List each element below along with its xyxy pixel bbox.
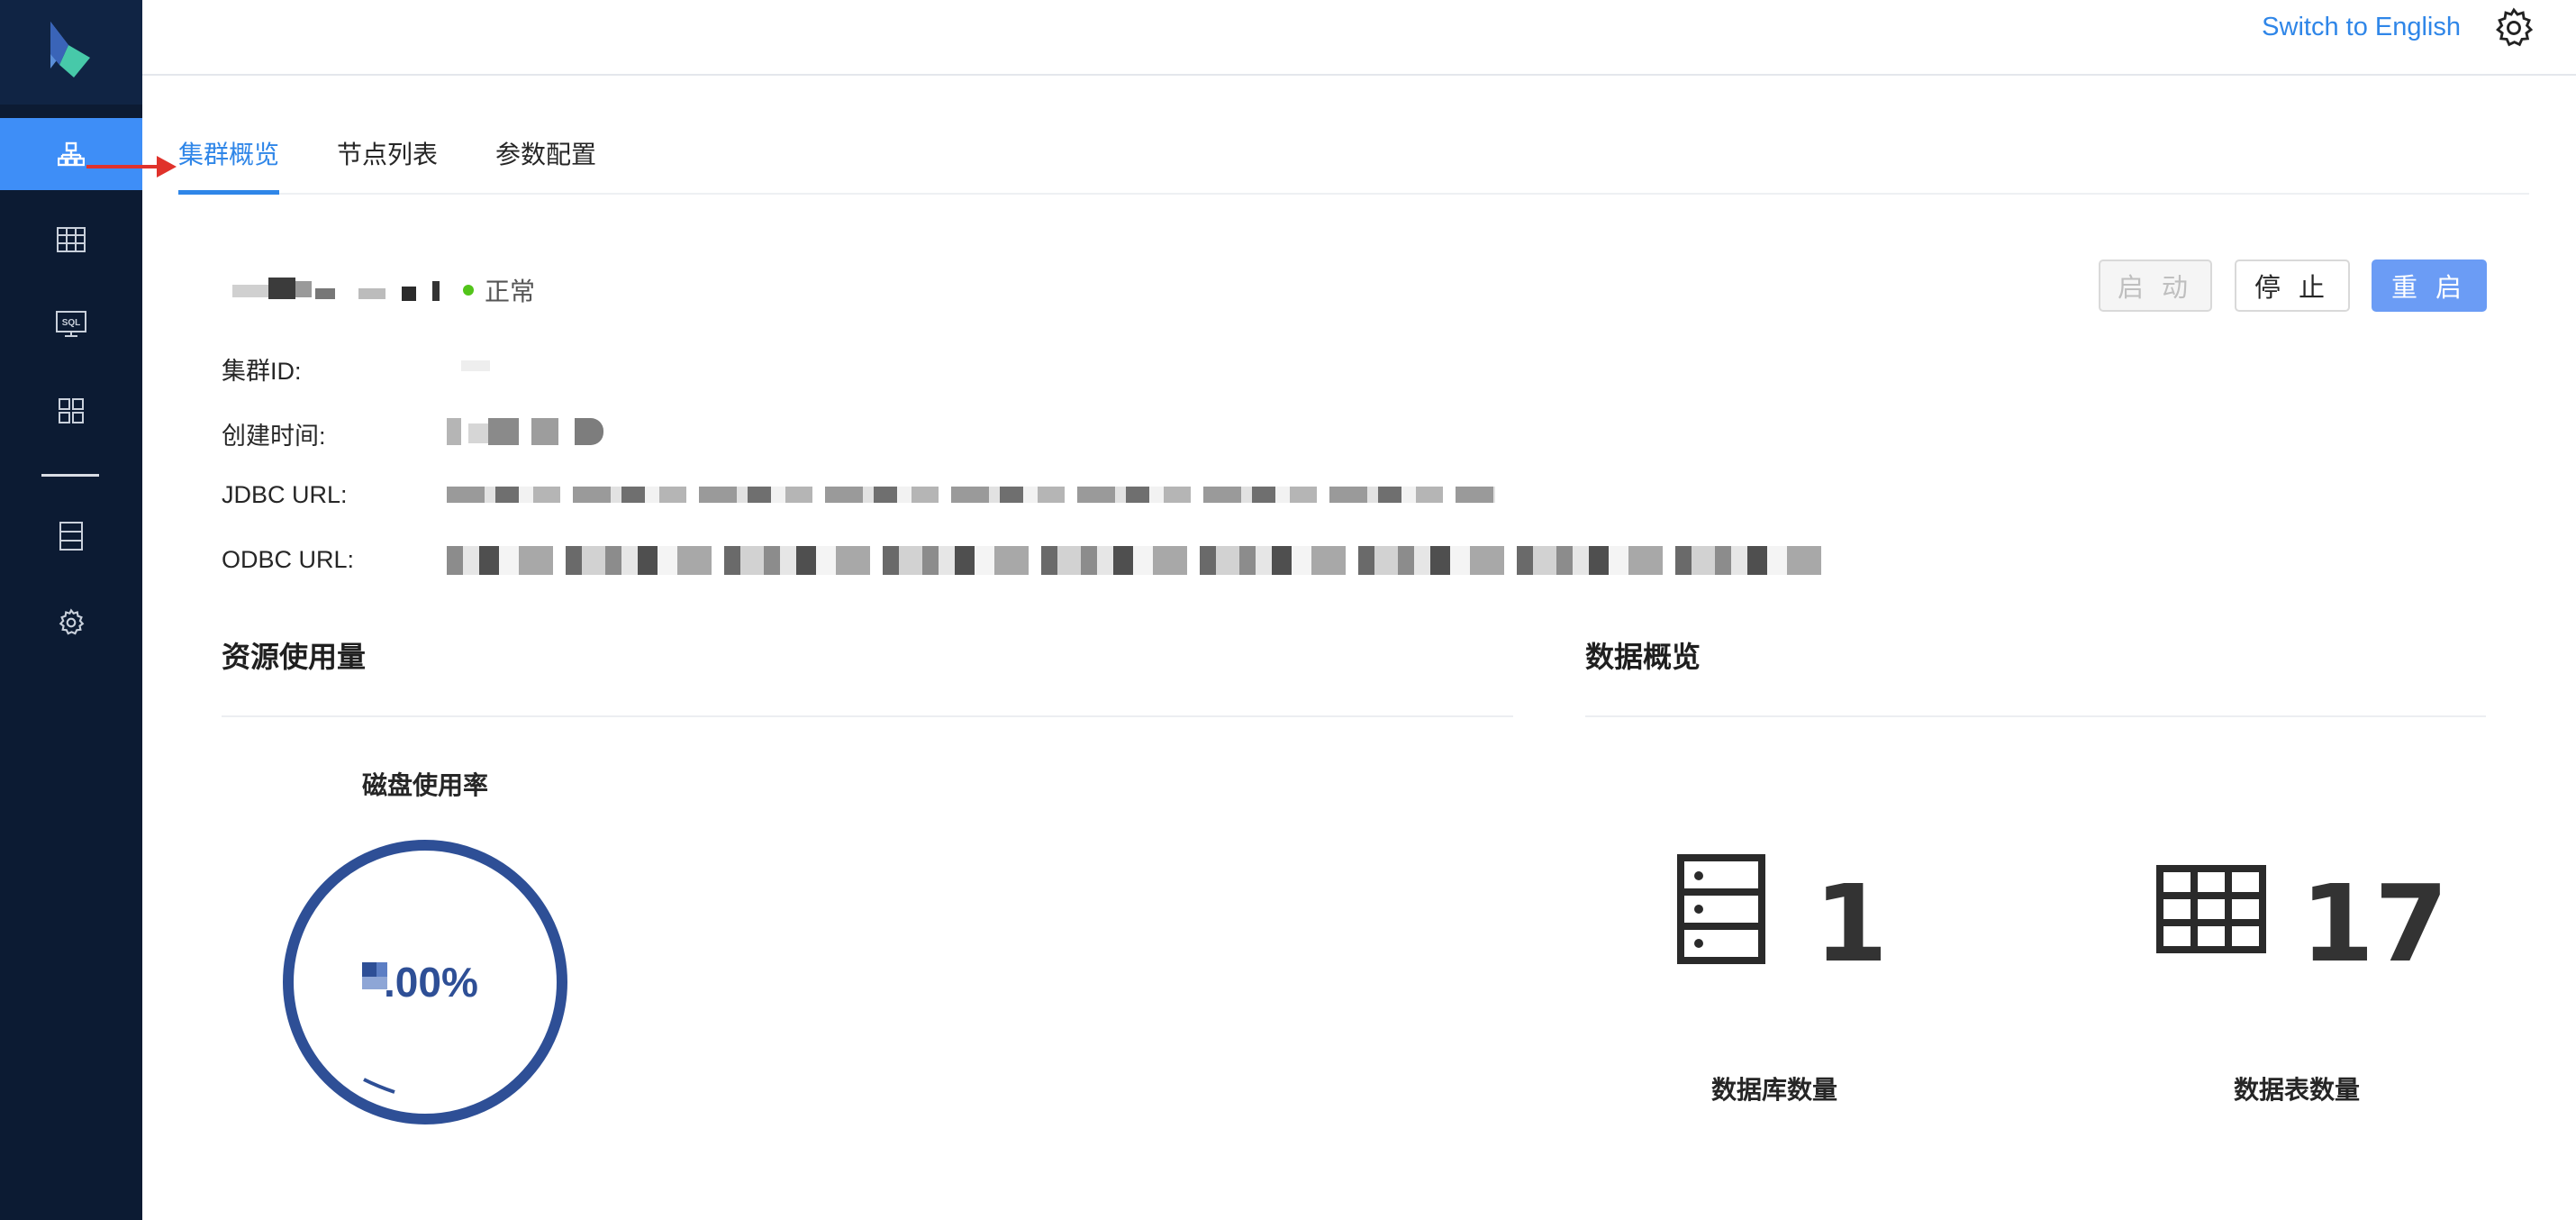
- settings-button[interactable]: [2493, 7, 2535, 53]
- active-tab-indicator: [178, 190, 279, 195]
- tab-parameter-config[interactable]: 参数配置: [495, 135, 596, 171]
- grid-icon: [59, 398, 84, 423]
- table-icon: [57, 227, 86, 252]
- cluster-status: 正常: [463, 272, 535, 308]
- gear-icon: [59, 608, 85, 635]
- sql-icon: SQL: [56, 311, 86, 337]
- resource-usage-divider: [222, 715, 1513, 717]
- table-count: 17: [2300, 861, 2449, 986]
- storage-icon: [59, 522, 83, 551]
- status-text: 正常: [485, 278, 536, 305]
- annotation-arrow: [86, 156, 177, 178]
- tab-bar: 集群概览 节点列表 参数配置: [178, 126, 2529, 195]
- top-bar: Switch to English: [142, 0, 2576, 76]
- gear-icon: [2496, 7, 2534, 47]
- odbc-url-redacted: [447, 546, 1825, 575]
- database-count-label: 数据库数量: [1711, 1076, 1838, 1104]
- sidebar-item-storage[interactable]: [0, 500, 142, 572]
- table-count-label: 数据表数量: [2234, 1076, 2361, 1104]
- disk-usage-value: .00%: [384, 959, 478, 1006]
- table-icon: [2156, 865, 2266, 953]
- sidebar-item-tables[interactable]: [0, 204, 142, 276]
- app-logo-icon: [50, 22, 90, 77]
- jdbc-url-label: JDBC URL:: [222, 481, 348, 508]
- stop-button[interactable]: 停 止: [2235, 259, 2350, 312]
- tab-cluster-overview[interactable]: 集群概览: [178, 135, 279, 171]
- cluster-id-redacted: [461, 360, 490, 371]
- database-icon: [1677, 854, 1765, 964]
- data-overview-divider: [1585, 715, 2486, 717]
- app-logo[interactable]: [0, 0, 142, 105]
- sidebar-item-dashboard[interactable]: [0, 375, 142, 447]
- status-dot: [463, 285, 474, 296]
- sidebar: SQL: [0, 0, 142, 1220]
- sidebar-item-sql[interactable]: SQL: [0, 288, 142, 360]
- start-button[interactable]: 启 动: [2099, 259, 2212, 312]
- data-overview-title: 数据概览: [1585, 641, 1701, 673]
- switch-language-link[interactable]: Switch to English: [2262, 13, 2461, 42]
- tab-node-list[interactable]: 节点列表: [337, 135, 438, 171]
- created-at-label: 创建时间:: [222, 423, 326, 450]
- cluster-name-redacted: [232, 272, 441, 308]
- sidebar-divider: [41, 474, 99, 477]
- disk-usage-title: 磁盘使用率: [362, 771, 489, 799]
- odbc-url-label: ODBC URL:: [222, 546, 355, 573]
- svg-text:SQL: SQL: [62, 318, 81, 328]
- resource-usage-title: 资源使用量: [222, 641, 367, 673]
- cluster-icon: [58, 141, 85, 167]
- cluster-id-label: 集群ID:: [222, 358, 302, 385]
- database-count: 1: [1814, 861, 1889, 986]
- jdbc-url-redacted: [447, 487, 1495, 503]
- sidebar-item-settings[interactable]: [0, 587, 142, 659]
- restart-button[interactable]: 重 启: [2372, 259, 2487, 312]
